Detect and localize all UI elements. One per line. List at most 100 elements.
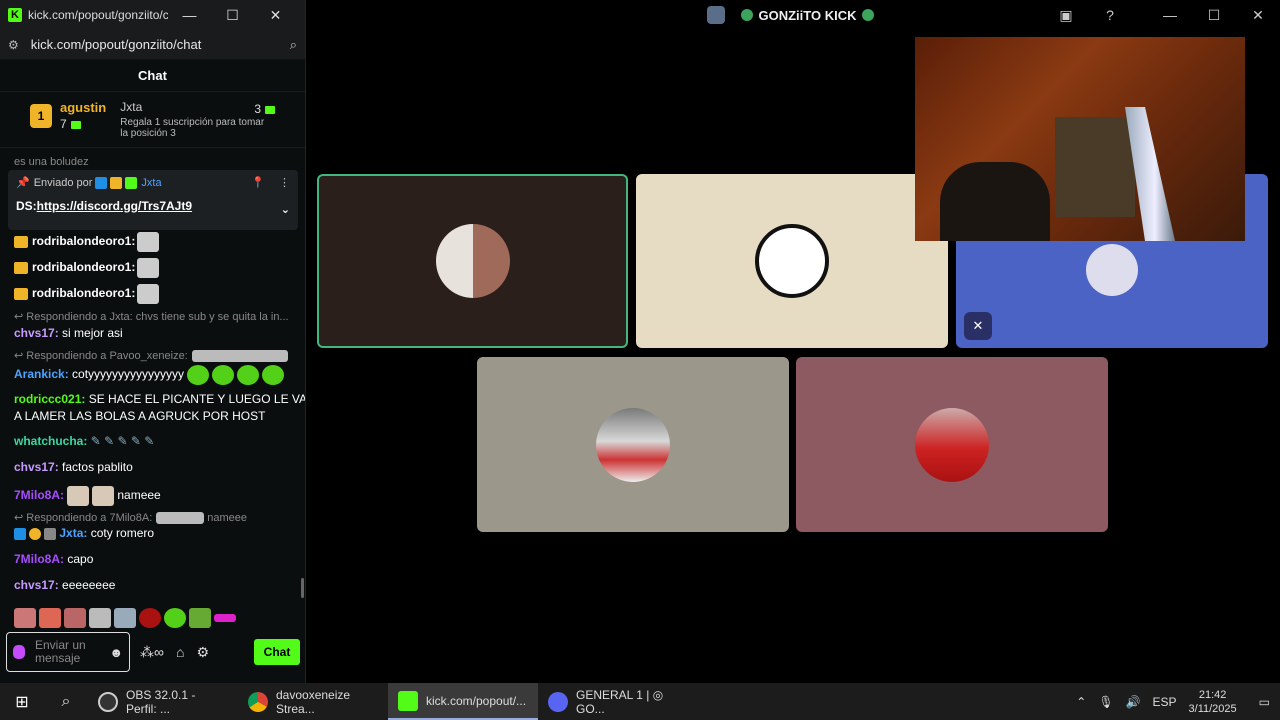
emote-icon [156,512,205,525]
partial-message: es una boludez [14,156,89,168]
gift-icon [125,176,138,189]
reply-indicator: ↩ Respondiendo a Pavoo_xeneize: [14,349,291,363]
chat-header: Chat [0,60,305,92]
minimize-icon[interactable]: — [1148,7,1192,23]
gift-icon [265,105,275,114]
kick-logo-icon: K [8,8,22,22]
maximize-icon[interactable]: ☐ [211,7,254,24]
microphone-icon[interactable]: 🎙 [1098,695,1113,709]
search-icon[interactable]: ⌕ [44,693,88,711]
minimize-icon[interactable]: — [168,7,211,23]
store-icon[interactable]: ⌂ [176,644,184,660]
site-settings-icon[interactable]: ⚙ [8,38,19,52]
second-name[interactable]: Jxta [120,100,270,114]
leader-name[interactable]: agustin [60,100,106,115]
chat-message: whatchucha: ✎ ✎ ✎ ✎ ✎ [14,434,155,448]
participant-tile[interactable] [636,174,948,348]
reply-indicator: ↩ Respondiendo a 7Milo8A: nameee [14,512,248,525]
microphone-icon[interactable] [13,645,25,659]
cat-emote-icon [137,258,160,278]
cat-emote-icon [137,284,160,304]
green-emote-icon [187,365,210,385]
inbox-icon[interactable]: ▣ [1044,7,1088,24]
chevron-up-icon[interactable]: ⌃ [1076,695,1086,709]
obs-icon [98,691,118,712]
notification-icon[interactable]: ▭ [1259,695,1270,709]
emote-icon[interactable] [139,608,161,628]
url-text[interactable]: kick.com/popout/gonziito/chat [31,37,290,52]
close-icon[interactable]: ✕ [254,7,297,24]
pinned-message: 📌 Enviado por Jxta 📍 ⋮ DS: https://disco… [8,170,298,230]
volume-icon[interactable]: 🔊 [1126,695,1141,709]
green-emote-icon [237,365,260,385]
pinned-user[interactable]: Jxta [141,177,161,189]
pinned-prefix: DS: [16,199,37,213]
taskbar-item-obs[interactable]: OBS 32.0.1 - Perfil: ... [88,683,238,720]
more-options-icon[interactable]: ⋮ [279,176,290,189]
status-dot-icon [740,9,753,21]
rank-badge-icon [29,527,41,540]
emote-icon[interactable] [39,608,61,628]
rank-badge: 1 [30,104,52,128]
participant-tile[interactable] [317,174,628,348]
emote-icon[interactable] [64,608,86,628]
chat-popout-window: K kick.com/popout/gonziito/c... — ☐ ✕ ⚙ … [0,0,306,683]
green-emote-icon [212,365,235,385]
taskbar-item-browser[interactable]: davooxeneize Strea... [238,683,388,720]
avatar [596,407,670,482]
chat-message: rodriccc021: SE HACE EL PICANTE Y LUEGO … [14,392,306,406]
pinned-link[interactable]: https://discord.gg/Trs7AJt9 [37,199,192,216]
gift-sub-icon[interactable]: ⁂∞ [140,644,164,661]
maximize-icon[interactable]: ☐ [1192,7,1236,24]
emoji-icon[interactable]: ☻ [109,645,123,660]
screen: K kick.com/popout/gonziito/c... — ☐ ✕ ⚙ … [0,0,1280,720]
chat-input-placeholder[interactable]: Enviar un mensaje [35,639,109,665]
emote-icon [92,486,115,506]
crown-icon [110,176,123,189]
server-icon [706,6,725,24]
chat-message: Arankick: cotyyyyyyyyyyyyyyyy [14,365,287,385]
chat-message-continuation: A LAMER LAS BOLAS A AGRUCK POR HOST [14,409,266,423]
windows-start-icon[interactable]: ⊞ [0,692,44,712]
chat-message: rodribalondeoro1: [14,284,162,304]
gear-icon[interactable]: ⚙ [196,644,209,661]
second-count: 3 [254,102,275,116]
crown-icon [14,262,28,274]
chevron-down-icon[interactable]: ⌄ [281,203,290,216]
emote-icon[interactable] [214,614,236,622]
chat-message: 7Milo8A: nameee [14,486,161,506]
second-description: Regala 1 suscripción para tomar la posic… [120,117,265,139]
scrollbar[interactable] [301,578,304,598]
chat-message: Jxta: coty romero [14,526,154,540]
emote-icon[interactable] [189,608,211,628]
pin-icon: 📌 [16,177,30,189]
clock[interactable]: 21:42 3/11/2025 [1189,688,1237,716]
emote-icon[interactable] [114,608,136,628]
green-emote-icon [262,365,285,385]
avatar [915,407,989,482]
badge-icon [95,176,108,189]
taskbar: ⊞ ⌕ OBS 32.0.1 - Perfil: ... davooxeneiz… [0,683,1280,720]
search-icon[interactable]: ⌕ [290,37,297,53]
emote-icon[interactable] [14,608,36,628]
chat-message: chvs17: si mejor asi [14,326,123,340]
participant-tile[interactable] [796,357,1108,532]
close-icon[interactable]: ✕ [1236,7,1280,24]
send-chat-button[interactable]: Chat [254,639,300,665]
emote-icon[interactable] [89,608,111,628]
language-indicator[interactable]: ESP [1153,695,1177,709]
chat-input[interactable]: Enviar un mensaje ☻ [6,632,130,672]
chat-message: rodribalondeoro1: [14,232,162,252]
emote-icon[interactable] [164,608,186,628]
crown-icon [14,236,28,248]
webcam-shelf [1055,117,1135,217]
participant-tile[interactable] [477,357,789,532]
pin-toggle-icon[interactable]: 📍 [251,176,265,189]
help-icon[interactable]: ? [1088,7,1132,23]
taskbar-item-kick[interactable]: kick.com/popout/... [388,683,538,720]
gift-icon [70,120,81,129]
taskbar-item-discord[interactable]: GENERAL 1 | ◎ GO... [538,683,688,720]
channel-title: GONZiiTO KICK [758,7,857,23]
chat-message: rodribalondeoro1: [14,258,162,278]
system-tray: ⌃ 🎙 🔊 ESP 21:42 3/11/2025 ▭ [1076,688,1280,716]
